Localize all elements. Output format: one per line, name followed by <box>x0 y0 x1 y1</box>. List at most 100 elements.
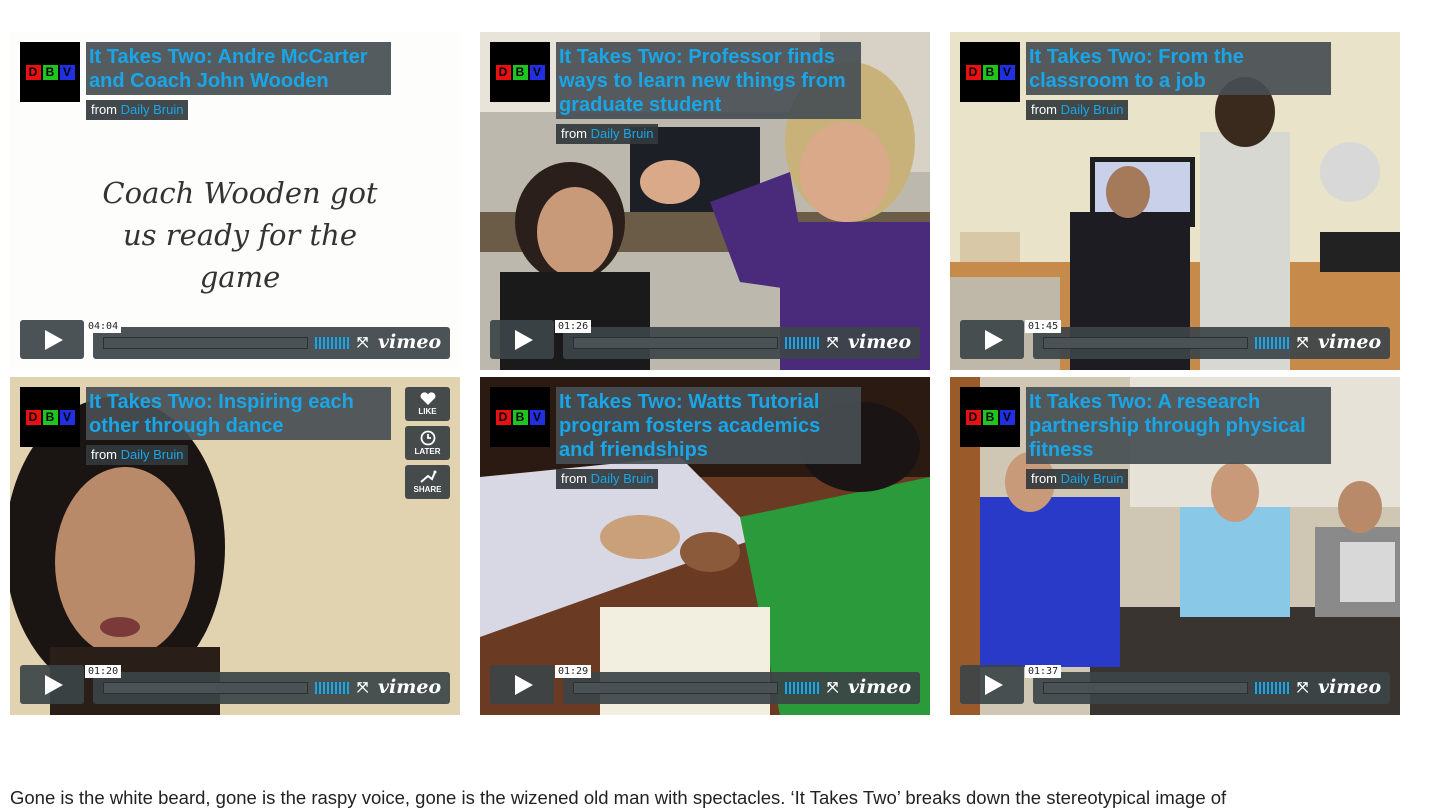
author-link[interactable]: Daily Bruin <box>121 102 184 117</box>
video-player-6[interactable]: DBV It Takes Two: A research partnership… <box>950 377 1400 715</box>
author-link[interactable]: Daily Bruin <box>121 447 184 462</box>
logo-letter: V <box>999 64 1015 80</box>
author-link[interactable]: Daily Bruin <box>1061 102 1124 117</box>
vimeo-logo[interactable]: vimeo <box>1318 331 1381 353</box>
progress-track[interactable] <box>573 682 778 694</box>
volume-icon[interactable] <box>785 682 819 694</box>
control-bar: ⤧ vimeo <box>1033 672 1390 704</box>
daily-bruin-video-logo[interactable]: DBV <box>960 42 1020 102</box>
logo-letter: B <box>982 64 998 80</box>
vimeo-logo[interactable]: vimeo <box>848 331 911 353</box>
daily-bruin-video-logo[interactable]: DBV <box>490 42 550 102</box>
like-label: LIKE <box>418 407 437 416</box>
control-bar: ⤧ vimeo <box>93 327 450 359</box>
volume-icon[interactable] <box>785 337 819 349</box>
progress-track[interactable] <box>573 337 778 349</box>
progress-track[interactable] <box>103 682 308 694</box>
logo-letter: V <box>529 409 545 425</box>
control-bar: ⤧ vimeo <box>563 672 920 704</box>
video-player-1[interactable]: Coach Wooden got us ready for the game D… <box>10 32 460 370</box>
play-button[interactable] <box>20 665 84 704</box>
fullscreen-icon[interactable]: ⤧ <box>357 680 371 694</box>
logo-letter: V <box>529 64 545 80</box>
duration-label: 01:37 <box>1025 665 1062 678</box>
logo-letter: D <box>965 64 981 80</box>
fullscreen-icon[interactable]: ⤧ <box>827 680 841 694</box>
progress-track[interactable] <box>1043 682 1248 694</box>
share-icon <box>419 470 436 483</box>
side-actions: LIKE LATER SHARE <box>405 387 450 504</box>
daily-bruin-video-logo[interactable]: DBV <box>490 387 550 447</box>
fullscreen-icon[interactable]: ⤧ <box>827 335 841 349</box>
play-button[interactable] <box>20 320 84 359</box>
volume-icon[interactable] <box>315 682 349 694</box>
video-player-4[interactable]: DBV It Takes Two: Inspiring each other t… <box>10 377 460 715</box>
video-title-link[interactable]: It Takes Two: Inspiring each other throu… <box>89 390 388 438</box>
byline-from: from <box>561 471 587 486</box>
volume-icon[interactable] <box>1255 682 1289 694</box>
logo-letter: B <box>512 64 528 80</box>
video-title-link[interactable]: It Takes Two: Andre McCarter and Coach J… <box>89 45 388 93</box>
video-title-box[interactable]: It Takes Two: Watts Tutorial program fos… <box>556 387 861 464</box>
video-title-link[interactable]: It Takes Two: A research partnership thr… <box>1029 390 1328 462</box>
byline-from: from <box>1031 102 1057 117</box>
duration-label: 01:20 <box>85 665 122 678</box>
watch-later-button[interactable]: LATER <box>405 426 450 460</box>
play-icon <box>45 329 63 350</box>
vimeo-logo[interactable]: vimeo <box>848 676 911 698</box>
byline: from Daily Bruin <box>86 445 189 465</box>
duration-label: 04:04 <box>85 320 122 333</box>
fullscreen-icon[interactable]: ⤧ <box>357 335 371 349</box>
logo-letter: D <box>25 64 41 80</box>
video-title-box[interactable]: It Takes Two: A research partnership thr… <box>1026 387 1331 464</box>
author-link[interactable]: Daily Bruin <box>1061 471 1124 486</box>
byline: from Daily Bruin <box>1026 100 1129 120</box>
fullscreen-icon[interactable]: ⤧ <box>1297 680 1311 694</box>
vimeo-logo[interactable]: vimeo <box>378 331 441 353</box>
logo-letter: V <box>59 64 75 80</box>
later-label: LATER <box>414 447 441 456</box>
logo-letter: D <box>495 409 511 425</box>
video-player-2[interactable]: DBV It Takes Two: Professor finds ways t… <box>480 32 930 370</box>
video-title-box[interactable]: It Takes Two: From the classroom to a jo… <box>1026 42 1331 95</box>
author-link[interactable]: Daily Bruin <box>591 126 654 141</box>
play-button[interactable] <box>490 320 554 359</box>
volume-icon[interactable] <box>1255 337 1289 349</box>
video-title-link[interactable]: It Takes Two: Watts Tutorial program fos… <box>559 390 858 462</box>
video-player-5[interactable]: DBV It Takes Two: Watts Tutorial program… <box>480 377 930 715</box>
play-button[interactable] <box>490 665 554 704</box>
daily-bruin-video-logo[interactable]: DBV <box>20 387 80 447</box>
clock-icon <box>420 430 435 446</box>
progress-track[interactable] <box>103 337 308 349</box>
card-text: Coach Wooden got us ready for the game <box>102 176 378 294</box>
daily-bruin-video-logo[interactable]: DBV <box>960 387 1020 447</box>
duration-label: 01:29 <box>555 665 592 678</box>
control-bar: ⤧ vimeo <box>563 327 920 359</box>
vimeo-logo[interactable]: vimeo <box>378 676 441 698</box>
logo-letter: D <box>965 409 981 425</box>
heart-icon <box>420 392 435 405</box>
vimeo-logo[interactable]: vimeo <box>1318 676 1381 698</box>
video-title-box[interactable]: It Takes Two: Professor finds ways to le… <box>556 42 861 119</box>
logo-letter: V <box>59 409 75 425</box>
play-button[interactable] <box>960 320 1024 359</box>
progress-track[interactable] <box>1043 337 1248 349</box>
byline-from: from <box>1031 471 1057 486</box>
video-title-box[interactable]: It Takes Two: Inspiring each other throu… <box>86 387 391 440</box>
byline-from: from <box>561 126 587 141</box>
author-link[interactable]: Daily Bruin <box>591 471 654 486</box>
video-title-link[interactable]: It Takes Two: Professor finds ways to le… <box>559 45 858 117</box>
share-button[interactable]: SHARE <box>405 465 450 499</box>
play-button[interactable] <box>960 665 1024 704</box>
like-button[interactable]: LIKE <box>405 387 450 421</box>
video-title-link[interactable]: It Takes Two: From the classroom to a jo… <box>1029 45 1328 93</box>
video-title-box[interactable]: It Takes Two: Andre McCarter and Coach J… <box>86 42 391 95</box>
control-bar: ⤧ vimeo <box>1033 327 1390 359</box>
share-label: SHARE <box>413 485 442 494</box>
logo-letter: D <box>25 409 41 425</box>
video-player-3[interactable]: DBV It Takes Two: From the classroom to … <box>950 32 1400 370</box>
volume-icon[interactable] <box>315 337 349 349</box>
fullscreen-icon[interactable]: ⤧ <box>1297 335 1311 349</box>
byline: from Daily Bruin <box>556 469 659 489</box>
daily-bruin-video-logo[interactable]: DBV <box>20 42 80 102</box>
